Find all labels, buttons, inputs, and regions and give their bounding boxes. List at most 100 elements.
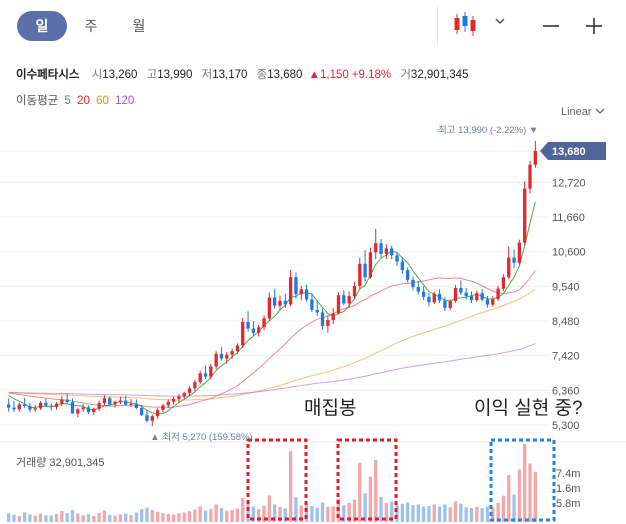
- volume-bar: [7, 513, 11, 522]
- candle: [28, 406, 32, 410]
- price-tick-label: 11,660: [552, 212, 585, 224]
- volume-bar: [304, 503, 309, 522]
- volume-bar: [310, 506, 314, 522]
- volume-bar: [315, 507, 319, 522]
- candle: [459, 288, 463, 293]
- candle: [432, 293, 436, 303]
- volume-bar: [108, 514, 112, 522]
- candle: [368, 252, 373, 278]
- volume-bar: [288, 451, 293, 522]
- candle: [443, 300, 447, 308]
- candle: [150, 416, 154, 421]
- volume-bar: [161, 513, 165, 522]
- candle: [501, 277, 506, 289]
- volume-bar: [331, 506, 335, 522]
- volume-bar: [320, 502, 325, 522]
- candle: [241, 322, 245, 346]
- ma-line-120: [8, 343, 536, 397]
- candle: [299, 289, 303, 295]
- candle: [203, 373, 208, 377]
- volume-bar: [124, 513, 128, 522]
- candle: [491, 299, 495, 305]
- candle: [225, 354, 229, 359]
- candle: [374, 243, 378, 253]
- candle: [437, 293, 442, 301]
- volume-bar: [166, 514, 170, 522]
- volume-bar: [432, 504, 436, 522]
- volume-bar: [464, 507, 468, 522]
- volume-bar: [187, 511, 192, 522]
- volume-bar: [469, 508, 474, 522]
- volume-bar: [528, 463, 532, 522]
- candle: [145, 415, 149, 421]
- candle: [102, 398, 107, 404]
- candle: [12, 407, 16, 410]
- candle: [400, 261, 404, 271]
- candle: [315, 309, 319, 313]
- volume-bar: [171, 514, 176, 522]
- candle: [108, 398, 112, 405]
- candle: [177, 396, 181, 399]
- volume-bar: [459, 503, 463, 522]
- volume-bar: [368, 476, 373, 522]
- volume-bar: [448, 507, 452, 522]
- volume-bar: [507, 474, 511, 522]
- candle: [171, 398, 176, 402]
- candle: [283, 300, 287, 305]
- volume-bar: [235, 508, 240, 522]
- volume-bar: [533, 471, 537, 522]
- candle: [257, 327, 261, 333]
- volume-bar: [140, 509, 144, 522]
- candle: [166, 401, 170, 406]
- candle: [209, 366, 213, 377]
- candle: [155, 409, 160, 417]
- volume-bar: [214, 504, 218, 522]
- candle: [246, 322, 250, 329]
- candle: [310, 299, 314, 310]
- candle: [193, 382, 197, 389]
- candle: [267, 297, 271, 319]
- volume-bar: [241, 498, 245, 522]
- price-tick-label: 10,600: [552, 247, 586, 259]
- candle: [427, 296, 431, 303]
- volume-bar: [60, 510, 64, 522]
- candle: [44, 402, 48, 406]
- price-tick-label: 12,720: [552, 177, 586, 189]
- volume-bar: [177, 513, 181, 522]
- candle: [182, 392, 186, 397]
- candle: [496, 288, 500, 300]
- volume-tick-label: 7.4m: [556, 468, 580, 480]
- candle: [65, 399, 69, 403]
- volume-bar: [512, 494, 516, 522]
- volume-bar: [421, 506, 426, 522]
- high-price-marker: 최고 13,990 (-2.22%) ▼: [438, 125, 538, 136]
- price-tick-label: 9,540: [552, 281, 580, 293]
- candle: [475, 293, 479, 301]
- volume-bar: [118, 514, 123, 522]
- candle: [485, 299, 490, 305]
- candle: [86, 407, 91, 413]
- volume-bar: [12, 514, 16, 522]
- volume-bar: [129, 515, 133, 522]
- volume-panel-label: 거래량 32,901,345: [16, 456, 104, 469]
- candle: [124, 400, 128, 405]
- volume-bar: [193, 509, 197, 522]
- candle: [33, 408, 37, 410]
- candle: [198, 373, 202, 383]
- volume-bar: [102, 510, 107, 522]
- volume-bar: [358, 462, 362, 522]
- candle: [326, 320, 330, 326]
- volume-bar: [76, 513, 80, 522]
- stock-chart[interactable]: 거래량 32,901,345 7.4m 1.6m 5.8m 12,720 11,660 1…: [0, 0, 626, 524]
- ma-line-5: [8, 201, 536, 415]
- low-price-marker: ▲ 최저 5,270 (159.58%): [150, 432, 252, 443]
- candle: [70, 402, 75, 414]
- volume-bar: [38, 513, 43, 522]
- candle: [347, 296, 351, 304]
- volume-bar: [203, 510, 208, 522]
- volume-bar: [400, 503, 404, 522]
- volume-bar: [150, 510, 154, 522]
- volume-bar: [453, 501, 458, 522]
- volume-bar: [198, 506, 202, 522]
- candle: [528, 164, 532, 189]
